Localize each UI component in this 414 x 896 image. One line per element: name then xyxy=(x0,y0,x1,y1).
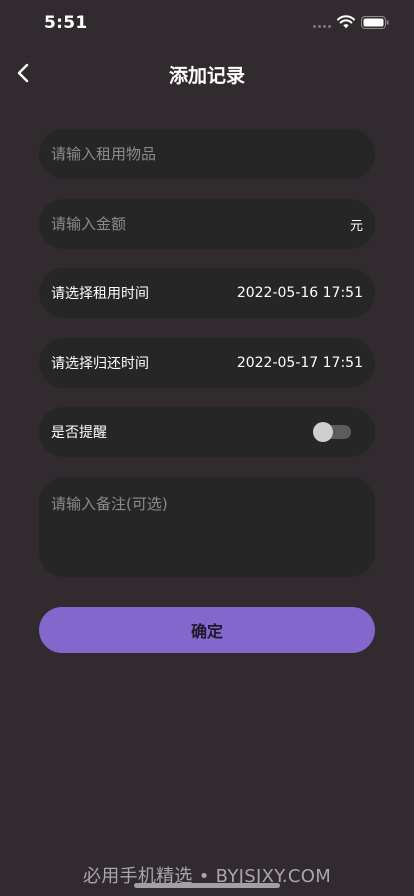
amount-unit: 元 xyxy=(349,218,363,234)
page-title: 添加记录 xyxy=(168,65,245,87)
rent-time-value: 2022-05-16 17:51 xyxy=(236,285,363,301)
reminder-label: 是否提醒 xyxy=(51,425,107,441)
toggle-knob xyxy=(313,422,333,442)
home-indicator xyxy=(134,883,280,888)
remark-field xyxy=(39,477,375,577)
remark-input[interactable] xyxy=(51,493,363,561)
status-time: 5:51 xyxy=(44,13,88,33)
amount-input[interactable] xyxy=(51,215,350,233)
item-field xyxy=(39,129,375,179)
reminder-toggle[interactable] xyxy=(313,422,351,442)
amount-field: 元 xyxy=(39,199,375,249)
rent-time-picker[interactable]: 请选择租用时间 2022-05-16 17:51 xyxy=(39,268,375,318)
item-input[interactable] xyxy=(51,145,363,163)
confirm-button[interactable]: 确定 xyxy=(39,607,375,653)
return-time-value: 2022-05-17 17:51 xyxy=(236,355,363,371)
rent-time-label: 请选择租用时间 xyxy=(51,286,149,302)
nav-bar: 添加记录 xyxy=(0,50,414,96)
battery-icon xyxy=(361,16,389,29)
return-time-label: 请选择归还时间 xyxy=(51,356,149,372)
reminder-field: 是否提醒 xyxy=(39,407,375,457)
return-time-picker[interactable]: 请选择归还时间 2022-05-17 17:51 xyxy=(39,338,375,388)
status-bar: 5:51 xyxy=(0,0,414,46)
cellular-signal-icon xyxy=(313,25,331,28)
wifi-icon xyxy=(337,15,355,29)
